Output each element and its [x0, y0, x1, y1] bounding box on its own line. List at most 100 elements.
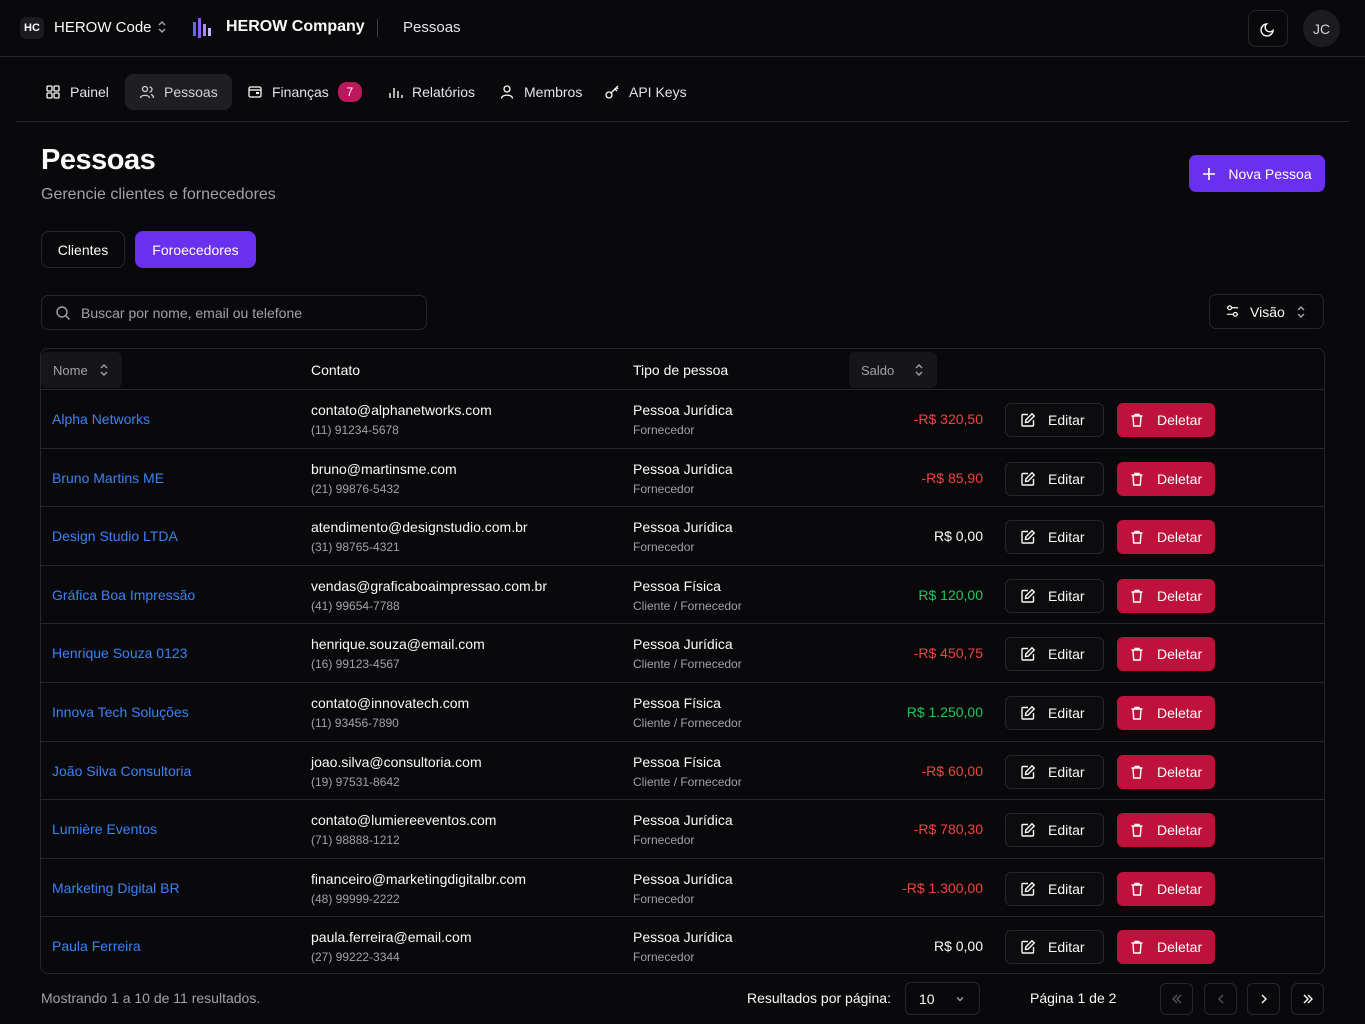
user-icon	[500, 85, 514, 99]
chevron-left-icon	[1217, 994, 1223, 1004]
table-row: Paula Ferreira paula.ferreira@email.com (2…	[41, 917, 1324, 973]
person-role: Fornecedor	[633, 950, 695, 965]
search-input[interactable]	[81, 304, 411, 321]
contact-email: henrique.souza@email.com	[311, 636, 485, 653]
person-name-link[interactable]: Marketing Digital BR	[52, 880, 180, 896]
sliders-icon	[1226, 305, 1239, 317]
delete-label: Deletar	[1157, 822, 1203, 839]
person-name-link[interactable]: Paula Ferreira	[52, 938, 141, 954]
delete-button[interactable]: Deletar	[1117, 578, 1215, 613]
contact-email: bruno@martinsme.com	[311, 460, 457, 477]
chevrons-up-down-icon[interactable]	[156, 19, 168, 38]
column-header-saldo[interactable]: Saldo	[849, 352, 937, 388]
person-name-link[interactable]: Henrique Souza 0123	[52, 645, 187, 661]
person-role: Fornecedor	[633, 481, 695, 496]
edit-button[interactable]: Editar	[1005, 696, 1104, 730]
edit-button[interactable]: Editar	[1005, 461, 1104, 496]
person-name-link[interactable]: Innova Tech Soluções	[52, 704, 189, 720]
nav-item-painel[interactable]: Painel	[31, 74, 123, 110]
person-role: Fornecedor	[633, 891, 695, 906]
view-options-button[interactable]: Visão	[1209, 294, 1324, 329]
delete-button[interactable]: Deletar	[1117, 403, 1215, 437]
balance-value: -R$ 85,90	[921, 469, 983, 486]
nav-item-financas[interactable]: Finanças 7	[233, 74, 376, 110]
edit-button[interactable]: Editar	[1005, 520, 1104, 555]
edit-button[interactable]: Editar	[1005, 871, 1104, 906]
delete-label: Deletar	[1157, 412, 1203, 428]
person-name-link[interactable]: Alpha Networks	[52, 411, 150, 427]
person-name-link[interactable]: Lumière Eventos	[52, 821, 157, 837]
page-title: Pessoas	[41, 144, 156, 176]
edit-label: Editar	[1048, 822, 1085, 839]
org-name[interactable]: HEROW Code	[54, 19, 152, 36]
person-type: Pessoa Física	[633, 753, 721, 770]
delete-label: Deletar	[1157, 939, 1203, 956]
prev-page-button[interactable]	[1204, 983, 1237, 1015]
table-row: Lumière Eventos contato@lumiereeventos.co…	[41, 800, 1324, 859]
per-page-select[interactable]: 10	[905, 982, 980, 1015]
sort-icon	[915, 364, 923, 376]
new-person-button[interactable]: Nova Pessoa	[1189, 155, 1325, 192]
edit-button[interactable]: Editar	[1005, 578, 1104, 613]
person-name-link[interactable]: Design Studio LTDA	[52, 528, 178, 544]
company-name[interactable]: HEROW Company	[226, 18, 365, 36]
person-name-link[interactable]: Gráfica Boa Impressão	[52, 587, 195, 603]
trash-icon	[1131, 530, 1143, 544]
org-badge[interactable]: HC	[20, 17, 44, 39]
nav-label: Relatórios	[412, 84, 476, 100]
avatar[interactable]: JC	[1303, 10, 1340, 47]
table-row: Alpha Networks contato@alphanetworks.com (…	[41, 390, 1324, 449]
nav-item-api-keys[interactable]: API Keys	[590, 74, 701, 110]
delete-button[interactable]: Deletar	[1117, 930, 1215, 965]
delete-label: Deletar	[1157, 880, 1203, 897]
search-icon	[56, 305, 70, 320]
edit-button[interactable]: Editar	[1005, 813, 1104, 848]
edit-button[interactable]: Editar	[1005, 930, 1104, 965]
chevrons-right-icon	[1303, 994, 1313, 1004]
nav-label: API Keys	[629, 84, 687, 100]
main-nav: Painel Pessoas Finanças 7 Relatórios Mem…	[16, 57, 1349, 122]
edit-label: Editar	[1048, 529, 1085, 546]
delete-button[interactable]: Deletar	[1117, 461, 1215, 496]
tab-fornecedores[interactable]: Foroecedores	[135, 231, 256, 268]
delete-button[interactable]: Deletar	[1117, 813, 1215, 848]
view-options-label: Visão	[1250, 303, 1285, 320]
wallet-icon	[248, 86, 262, 98]
edit-icon	[1021, 940, 1036, 955]
edit-button[interactable]: Editar	[1005, 754, 1104, 789]
edit-button[interactable]: Editar	[1005, 403, 1104, 437]
contact-phone: (48) 99999-2222	[311, 891, 400, 906]
edit-button[interactable]: Editar	[1005, 637, 1104, 672]
person-type: Pessoa Jurídica	[633, 636, 733, 653]
delete-button[interactable]: Deletar	[1117, 637, 1215, 672]
person-role: Cliente / Fornecedor	[633, 774, 742, 789]
trash-icon	[1131, 765, 1143, 779]
person-name-link[interactable]: Bruno Martins ME	[52, 470, 164, 486]
contact-email: contato@innovatech.com	[311, 695, 470, 711]
delete-button[interactable]: Deletar	[1117, 520, 1215, 555]
person-name-link[interactable]: João Silva Consultoria	[52, 763, 191, 779]
trash-icon	[1131, 413, 1143, 427]
nav-item-relatorios[interactable]: Relatórios	[373, 74, 489, 110]
nav-item-membros[interactable]: Membros	[485, 74, 596, 110]
balance-value: -R$ 60,00	[921, 762, 983, 779]
results-summary: Mostrando 1 a 10 de 11 resultados.	[41, 990, 261, 1006]
contact-email: contato@lumiereeventos.com	[311, 812, 497, 829]
edit-label: Editar	[1048, 587, 1085, 604]
delete-button[interactable]: Deletar	[1117, 871, 1215, 906]
nav-label: Finanças	[272, 84, 329, 100]
delete-button[interactable]: Deletar	[1117, 754, 1215, 789]
delete-label: Deletar	[1157, 705, 1203, 721]
first-page-button[interactable]	[1160, 983, 1193, 1015]
person-role: Cliente / Fornecedor	[633, 598, 742, 613]
column-header-nome[interactable]: Nome	[41, 352, 122, 388]
delete-button[interactable]: Deletar	[1117, 696, 1215, 730]
tab-clientes[interactable]: Clientes	[41, 231, 125, 268]
edit-icon	[1021, 471, 1036, 486]
nav-item-pessoas[interactable]: Pessoas	[125, 74, 232, 110]
last-page-button[interactable]	[1291, 983, 1324, 1015]
theme-toggle-button[interactable]	[1248, 10, 1288, 47]
people-table: Nome Contato Tipo de pessoa Saldo Alpha …	[40, 348, 1325, 974]
trash-icon	[1131, 882, 1143, 896]
next-page-button[interactable]	[1247, 983, 1280, 1015]
